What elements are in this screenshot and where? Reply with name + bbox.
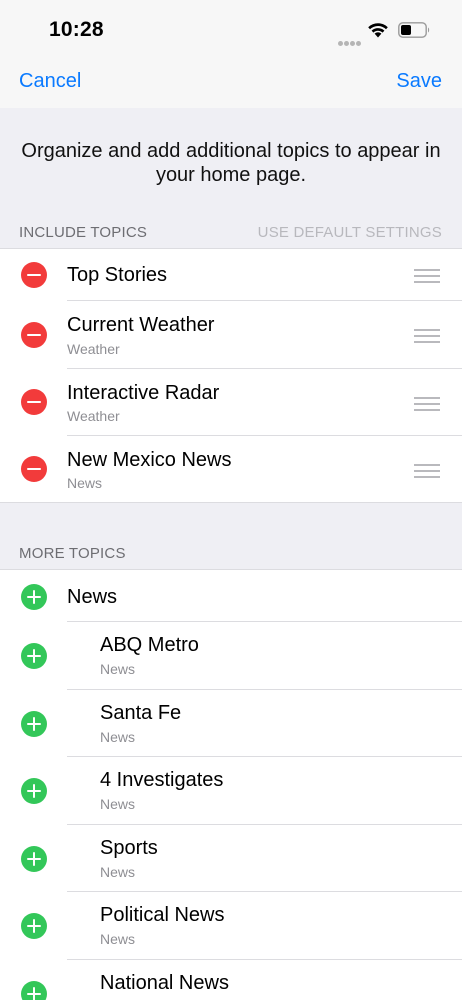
- include-topic-row[interactable]: Current Weather Weather: [0, 301, 462, 369]
- more-topics-title: MORE TOPICS: [19, 545, 126, 562]
- topic-category: News: [100, 931, 136, 947]
- topic-title: Interactive Radar: [67, 382, 220, 404]
- topic-category: News: [100, 796, 136, 812]
- battery-icon: [398, 22, 430, 38]
- add-topic-button[interactable]: [21, 981, 47, 1000]
- include-topics-header: INCLUDE TOPICS USE DEFAULT SETTINGS: [0, 214, 462, 248]
- include-topic-row[interactable]: Interactive Radar Weather: [0, 369, 462, 436]
- topic-category: Weather: [67, 408, 120, 424]
- more-topic-row[interactable]: 4 Investigates News: [0, 757, 462, 825]
- more-topic-row[interactable]: News: [0, 570, 462, 622]
- topic-title: Santa Fe: [100, 702, 182, 724]
- topic-title: National News: [100, 972, 229, 994]
- include-topics-title: INCLUDE TOPICS: [19, 224, 148, 241]
- reorder-icon[interactable]: [414, 269, 440, 283]
- navigation-bar: Cancel Save: [0, 58, 462, 108]
- topic-category: News: [100, 729, 136, 745]
- remove-topic-button[interactable]: [21, 389, 47, 415]
- topic-title: Political News: [100, 904, 225, 926]
- more-topic-row[interactable]: ABQ Metro News: [0, 622, 462, 690]
- remove-topic-button[interactable]: [21, 262, 47, 288]
- topic-category: Weather: [67, 341, 120, 357]
- include-topic-row[interactable]: New Mexico News News: [0, 436, 462, 503]
- reorder-icon[interactable]: [414, 397, 440, 411]
- add-topic-button[interactable]: [21, 584, 47, 610]
- intro-text: Organize and add additional topics to ap…: [21, 140, 441, 186]
- include-topics-list: Top Stories Current Weather Weather Inte…: [0, 248, 462, 503]
- more-topics-list: News ABQ Metro News Santa Fe News 4 Inve…: [0, 569, 462, 1000]
- cancel-button[interactable]: Cancel: [19, 70, 81, 93]
- add-topic-button[interactable]: [21, 643, 47, 669]
- add-topic-button[interactable]: [21, 913, 47, 939]
- save-button[interactable]: Save: [396, 70, 442, 93]
- wifi-icon: [368, 23, 388, 38]
- more-topics-header: MORE TOPICS: [0, 503, 462, 569]
- add-topic-button[interactable]: [21, 778, 47, 804]
- topic-title: News: [67, 586, 118, 608]
- topic-title: 4 Investigates: [100, 769, 224, 791]
- add-topic-button[interactable]: [21, 711, 47, 737]
- topic-title: New Mexico News: [67, 449, 232, 471]
- more-topic-row[interactable]: Sports News: [0, 825, 462, 892]
- reorder-icon[interactable]: [414, 464, 440, 478]
- topic-category: News: [100, 661, 136, 677]
- topic-title: Sports: [100, 837, 158, 859]
- status-bar: 10:28: [0, 0, 462, 58]
- add-topic-button[interactable]: [21, 846, 47, 872]
- status-time: 10:28: [49, 18, 104, 41]
- more-topic-row[interactable]: Santa Fe News: [0, 690, 462, 757]
- topic-category: News: [67, 475, 103, 491]
- reorder-icon[interactable]: [414, 329, 440, 343]
- topic-title: Top Stories: [67, 264, 168, 286]
- topic-title: ABQ Metro: [100, 634, 199, 656]
- remove-topic-button[interactable]: [21, 322, 47, 348]
- remove-topic-button[interactable]: [21, 456, 47, 482]
- include-topic-row[interactable]: Top Stories: [0, 249, 462, 301]
- screen: 10:28 Cancel Save Organize and add addit…: [0, 0, 462, 1000]
- topic-title: Current Weather: [67, 314, 215, 336]
- more-topic-row[interactable]: National News: [0, 960, 462, 1000]
- cellular-signal-icon: [338, 33, 362, 46]
- more-topic-row[interactable]: Political News News: [0, 892, 462, 960]
- use-default-settings-button[interactable]: USE DEFAULT SETTINGS: [258, 224, 442, 241]
- topic-category: News: [100, 864, 136, 880]
- intro-panel: Organize and add additional topics to ap…: [0, 108, 462, 214]
